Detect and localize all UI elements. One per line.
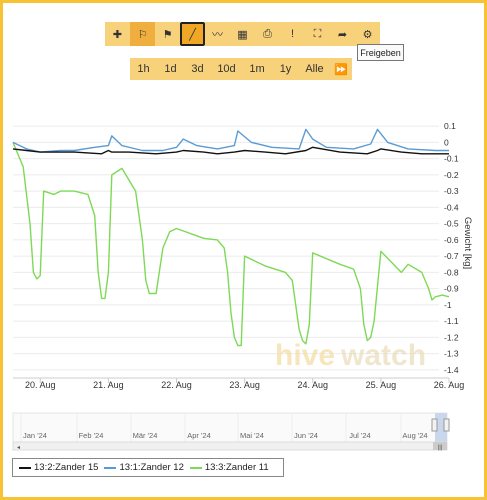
x-tick-label: 20. Aug	[25, 380, 56, 390]
y-tick-label: -1.4	[444, 365, 459, 375]
calendar-icon: ▦	[237, 28, 248, 41]
navigator-label: Jan '24	[23, 431, 47, 440]
navigator-label: Apr '24	[187, 431, 211, 440]
y-tick-label: 0	[444, 137, 449, 147]
navigator-label: Mär '24	[133, 431, 158, 440]
legend-line	[104, 466, 117, 469]
range-3d[interactable]: 3d	[184, 58, 211, 80]
y-tick-label: -0.1	[444, 154, 459, 164]
x-tick-label: 26. Aug	[434, 380, 465, 390]
y-tick-label: -1.3	[444, 349, 459, 359]
y-tick-label: -1.1	[444, 316, 459, 326]
y-tick-label: -1.2	[444, 332, 459, 342]
legend-label: 13:1:Zander 12	[119, 462, 184, 473]
flag-button[interactable]: ⚑	[155, 22, 180, 46]
y-tick-label: 0.1	[444, 121, 456, 131]
navigator-label: Jun '24	[294, 431, 318, 440]
chart-toolbar: ✚ ⚐ ⚑ ╱ 〰 ▦ ⎙! ⛶ ➦ ⚙	[105, 22, 380, 46]
print-button[interactable]: ⎙	[255, 22, 280, 46]
range-1d[interactable]: 1d	[157, 58, 184, 80]
range-forward-button[interactable]: ⏩	[330, 58, 352, 80]
alert-button[interactable]: !	[280, 22, 305, 46]
navigator-pane	[12, 412, 448, 443]
x-tick-label: 25. Aug	[366, 380, 397, 390]
annotate-chart-button[interactable]: 〰	[205, 22, 230, 46]
y-tick-label: -0.3	[444, 186, 459, 196]
line-chart-icon: ╱	[189, 28, 196, 41]
y-tick-label: -0.7	[444, 251, 459, 261]
fullscreen-button[interactable]: ⛶	[305, 22, 330, 46]
fast-forward-icon: ⏩	[334, 63, 348, 76]
navigator-handle-left	[431, 418, 438, 432]
y-tick-label: -0.4	[444, 202, 459, 212]
settings-button[interactable]: ⚙	[355, 22, 380, 46]
chart-frame: ✚ ⚐ ⚑ ╱ 〰 ▦ ⎙! ⛶ ➦ ⚙ Freigeben 1h 1d 3d 10d 1m 1y Alle ⏩…	[0, 0, 487, 500]
legend-item-3[interactable]: 13:3:Zander 11	[189, 462, 269, 473]
line-chart-button[interactable]: ╱	[180, 22, 205, 46]
series-line-2	[12, 128, 449, 153]
add-icon: ✚	[112, 28, 123, 41]
navigator-label: Mai '24	[240, 431, 264, 440]
navigator-selection	[435, 413, 447, 442]
share-button[interactable]: ➦	[330, 22, 355, 46]
legend-item-1[interactable]: 13:2:Zander 15	[19, 462, 98, 473]
y-axis-label: Gewicht [kg]	[462, 217, 473, 269]
range-1m[interactable]: 1m	[242, 58, 272, 80]
range-selector: 1h 1d 3d 10d 1m 1y Alle ⏩	[130, 58, 352, 80]
x-axis: 20. Aug 21. Aug 22. Aug 23. Aug 24. Aug 25. A…	[13, 377, 465, 390]
series-line-1	[12, 146, 449, 155]
y-tick-label: -0.6	[444, 235, 459, 245]
series-layer	[12, 128, 450, 347]
range-1h[interactable]: 1h	[130, 58, 157, 80]
calendar-button[interactable]: ▦	[230, 22, 255, 46]
annotate-chart-icon: 〰	[212, 29, 223, 41]
legend: 13:2:Zander 15 13:1:Zander 12 13:3:Zander …	[12, 458, 284, 477]
grid-lines	[13, 125, 439, 371]
alert-icon: !	[290, 28, 295, 40]
y-tick-label: -0.8	[444, 267, 459, 277]
flag-outline-icon: ⚐	[137, 28, 148, 41]
legend-label: 13:3:Zander 11	[204, 462, 269, 473]
settings-icon: ⚙	[362, 28, 373, 41]
legend-line	[189, 466, 202, 469]
navigator-label: Aug '24	[402, 431, 427, 440]
navigator-handle-right	[443, 418, 450, 432]
scrollbar-grip-icon: |||	[438, 445, 443, 451]
flag-icon: ⚑	[162, 28, 173, 41]
add-button[interactable]: ✚	[105, 22, 130, 46]
scrollbar-track	[12, 441, 448, 451]
navigator: Jan '24 Feb '24 Mär '24 Apr '24 Mai '24 Jun '…	[12, 412, 450, 451]
share-tooltip: Freigeben	[357, 44, 404, 61]
y-tick-label: -0.9	[444, 284, 459, 294]
legend-line	[19, 466, 31, 469]
x-tick-label: 21. Aug	[93, 380, 124, 390]
share-icon: ➦	[337, 28, 348, 41]
y-tick-label: -1	[444, 300, 452, 310]
range-alle[interactable]: Alle	[299, 58, 330, 80]
watermark-watch: watch	[340, 339, 426, 372]
x-tick-label: 24. Aug	[297, 380, 328, 390]
x-tick-label: 22. Aug	[161, 380, 192, 390]
scrollbar-thumb	[433, 442, 447, 450]
x-tick-label: 23. Aug	[229, 380, 260, 390]
print-icon: ⎙	[263, 27, 272, 40]
flag-outline-button[interactable]: ⚐	[130, 22, 155, 46]
navigator-label: Jul '24	[349, 431, 370, 440]
range-1y[interactable]: 1y	[272, 58, 299, 80]
navigator-label: Feb '24	[79, 431, 104, 440]
scrollbar-left-arrow-icon: ◂	[17, 445, 20, 451]
series-line-3	[12, 142, 450, 347]
y-tick-label: -0.2	[444, 170, 459, 180]
legend-label: 13:2:Zander 15	[34, 462, 99, 473]
y-tick-label: -0.5	[444, 219, 459, 229]
legend-item-2[interactable]: 13:1:Zander 12	[104, 462, 184, 473]
y-axis: 0.1 0 -0.1 -0.2 -0.3 -0.4 -0.5 -0.6 -0.7 -0.8 -0.9…	[444, 121, 459, 375]
range-10d[interactable]: 10d	[211, 58, 242, 80]
watermark-hive: hive	[275, 339, 335, 372]
fullscreen-icon: ⛶	[313, 27, 322, 40]
